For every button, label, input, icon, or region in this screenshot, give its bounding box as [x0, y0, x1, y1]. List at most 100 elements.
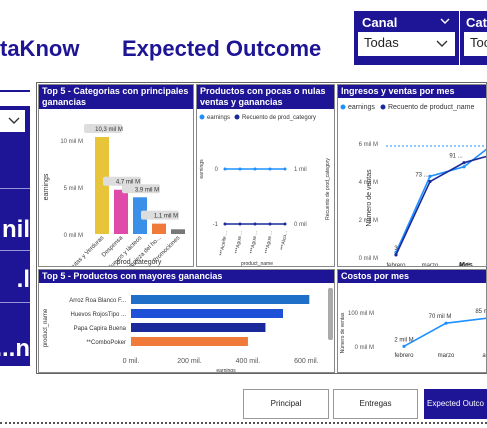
data-point [428, 174, 432, 178]
data-point [428, 179, 432, 184]
y-axis-label: Número de ventas [366, 169, 373, 227]
panel-costos-mes[interactable]: Costos por mes Número de ventas 0 mil M 10… [337, 269, 487, 373]
categorias-bar-chart: 0 mil M 5 mil M 10 mil M earnings 10,3 mil M… [43, 124, 185, 266]
bar [152, 223, 166, 234]
data-point [283, 222, 287, 226]
y-tick-label: 0 mil M [64, 233, 83, 239]
x-tick-label: febrero [386, 263, 406, 267]
panel-productos-pocas[interactable]: Productos con pocas o nulas ventas y gan… [196, 84, 335, 267]
x-tick-label: 0 mil. [123, 358, 140, 365]
categoria-dropdown[interactable]: Toc [464, 32, 487, 56]
x-tick-label: marzo [438, 353, 455, 359]
bar [131, 309, 283, 318]
canal-slicer: Canal Todas [354, 11, 459, 65]
x-tick-label: ***Alcu... [280, 230, 289, 250]
legend-marker [234, 114, 240, 120]
legend-marker [340, 104, 346, 110]
data-point [238, 222, 242, 226]
series-line-recuento [395, 155, 486, 256]
y-tick-label: Arroz Roa Blanco F... [69, 298, 126, 304]
y-tick-label: 0 [215, 167, 219, 173]
y-tick-label: 6 mil M [359, 142, 378, 148]
productos-line-chart: earnings Recuento de prod_categoryearning… [199, 114, 331, 267]
data-label: 85 m [475, 309, 487, 315]
brand-name: taKnow [0, 36, 80, 61]
data-point [238, 167, 242, 171]
categoria-slicer-label: Cate [466, 15, 487, 30]
y-axis-label: earnings [43, 173, 50, 200]
data-point [253, 167, 257, 171]
x-tick-label: marzo [422, 263, 439, 267]
y-tick-label: 0 mil M [359, 256, 378, 262]
principal-button[interactable]: Principal [243, 389, 329, 419]
x-axis-label: earnings [216, 368, 236, 373]
y-axis-label: product_name [43, 308, 49, 347]
chevron-down-icon[interactable] [440, 18, 450, 25]
panel-title: Top 5 - Categorias con principales ganan… [39, 85, 193, 109]
x-tick-label: abril [482, 353, 487, 359]
data-point [268, 167, 272, 171]
series-line-earnings [395, 148, 486, 253]
x-axis-label: Mes [459, 262, 473, 267]
y-tick-label: Papa Capira Buena [74, 326, 127, 332]
panel-title: Costos por mes [338, 270, 486, 283]
panel-title: Productos con pocas o nulas ventas y gan… [197, 85, 334, 109]
y-tick-label: 100 mil M [348, 311, 374, 317]
x-tick-label: 400 mil. [236, 358, 261, 365]
categoria-slicer: Cate Toc [460, 11, 487, 65]
y-tick-label: 1 mil [294, 167, 307, 173]
left-side-panel: nil l. n... [0, 90, 30, 366]
data-label: 10,3 mil M [95, 127, 123, 133]
y-axis-label-right: Recuento de prod_category [325, 158, 331, 220]
kpi-value-1: nil [2, 216, 30, 243]
bar [131, 323, 266, 332]
chevron-down-icon [436, 40, 448, 47]
canal-dropdown[interactable]: Todas [358, 32, 455, 56]
bar [171, 229, 185, 234]
categoria-dropdown-value: Toc [470, 35, 487, 50]
bar [131, 337, 248, 346]
panel-ingresos-ventas[interactable]: Ingresos y ventas por mes earnings Recuen… [337, 84, 487, 267]
panel-top5-categorias[interactable]: Top 5 - Categorias con principales ganan… [38, 84, 194, 267]
x-tick-label: ***Aceite ... [219, 230, 229, 256]
canal-dropdown-value: Todas [364, 35, 399, 50]
expected-outcome-button[interactable]: Expected Outco [424, 389, 487, 419]
data-label: 2 mil M [394, 337, 413, 343]
legend-item: earnings [207, 115, 230, 121]
data-point [268, 222, 272, 226]
y-tick-label: Huevos RojosTipo ... [71, 312, 127, 318]
x-tick-label: 600 mil. [294, 358, 319, 365]
entregas-button[interactable]: Entregas [333, 389, 418, 419]
data-label: 70 mil M [429, 314, 452, 320]
x-tick-label: febrero [394, 353, 414, 359]
data-label: 1,1 mil M [154, 214, 178, 220]
x-tick-label: ***Agua ... [234, 230, 244, 254]
y-tick-label: -1 [213, 222, 219, 228]
bar [114, 189, 128, 234]
kpi-value-2: l. [16, 266, 30, 293]
data-point [223, 167, 227, 171]
kpi-value-3: n... [0, 335, 30, 362]
legend-item: earnings [348, 104, 375, 111]
x-axis-label: product_name [241, 261, 273, 267]
data-label: 91 ... [449, 154, 463, 160]
canal-slicer-label: Canal [362, 15, 398, 30]
legend-item: Recuento de prod_category [242, 115, 316, 121]
data-point [462, 165, 466, 169]
data-label: 73 ... [415, 173, 429, 179]
panel-top5-productos[interactable]: Top 5 - Productos con mayores ganancias … [38, 269, 335, 373]
y-tick-label: 0 mil [294, 222, 307, 228]
y-tick-label: 5 mil M [64, 186, 83, 192]
x-axis-label: prod_category [117, 259, 162, 266]
left-dropdown[interactable] [0, 110, 25, 132]
legend-marker [199, 114, 205, 120]
page-title: Expected Outcome [122, 36, 322, 61]
legend-marker [380, 104, 386, 110]
data-label: 3,9 mil M [135, 187, 159, 193]
bar [131, 295, 310, 304]
y-axis-label: Número de ventas [340, 312, 346, 353]
data-point [444, 321, 448, 325]
scrollbar[interactable] [328, 288, 333, 340]
productos-bar-chart: product_name Arroz Roa Blanco F... Huevos … [43, 295, 319, 373]
legend-item: Recuento de product_name [388, 104, 474, 111]
